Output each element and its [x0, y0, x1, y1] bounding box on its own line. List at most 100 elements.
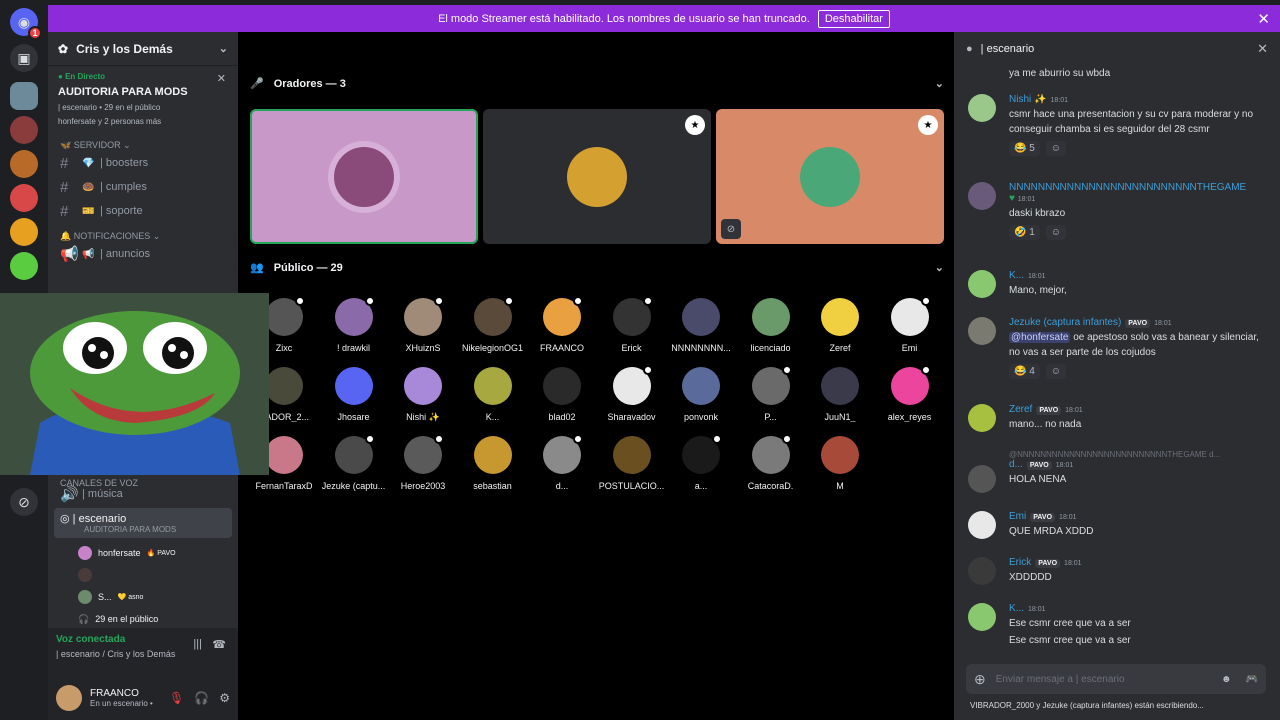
stage-member[interactable]	[48, 564, 238, 586]
add-reaction-icon[interactable]: ☺	[1045, 364, 1067, 379]
audience-member[interactable]: a...	[667, 434, 735, 491]
channel-musica[interactable]: 🔊 | música	[48, 482, 238, 506]
message-input[interactable]: ⊕ Enviar mensaje a | escenario ☻ 🎮	[966, 664, 1266, 694]
audience-member[interactable]: FRAANCO	[528, 296, 596, 353]
chat-message[interactable]: Emi PAVO 18:01 QUE MRDA XDDD	[968, 511, 1268, 539]
chevron-down-icon[interactable]: ⌄	[935, 77, 944, 90]
chat-message[interactable]: NNNNNNNNNNNNNNNNNNNNNNNNNNTHEGAME ♥ 18:0…	[968, 182, 1268, 240]
avatar[interactable]	[968, 404, 996, 432]
audience-member[interactable]: alex_reyes	[876, 365, 944, 422]
server-icon[interactable]	[10, 116, 38, 144]
chat-message[interactable]: Nishi ✨ 18:01 csmr hace una presentacion …	[968, 94, 1268, 156]
audience-member[interactable]: M	[806, 436, 874, 491]
stage-member[interactable]: S... 💛 asno	[48, 586, 238, 608]
chat-message[interactable]: K... 18:01 Mano, mejor,	[968, 270, 1268, 298]
audience-member[interactable]: Emi	[876, 296, 944, 353]
headphones-icon[interactable]: 🎧	[194, 691, 209, 705]
avatar[interactable]	[968, 317, 996, 345]
avatar[interactable]	[968, 511, 996, 539]
audience-member[interactable]: licenciado	[737, 298, 805, 353]
avatar[interactable]	[968, 603, 996, 631]
reply-reference[interactable]: @NNNNNNNNNNNNNNNNNNNNNNNNNNTHEGAME d...	[1009, 450, 1268, 459]
plus-icon[interactable]: ⊕	[974, 671, 986, 688]
server-icon[interactable]	[10, 150, 38, 178]
reaction-chip[interactable]: 🤣 1	[1009, 225, 1040, 240]
chat-message[interactable]: ya me aburrio su wbda	[968, 64, 1268, 81]
avatar[interactable]	[56, 685, 82, 711]
audience-header[interactable]: 👥 Público — 29 ⌄	[250, 261, 944, 275]
speakers-header[interactable]: 🎤 Oradores — 3 ⌄	[250, 77, 944, 91]
audience-member[interactable]: XHuiznS	[389, 296, 457, 353]
channel-soporte[interactable]: # 🎫 | soporte	[48, 199, 238, 223]
audience-member[interactable]: POSTULACIO...	[598, 436, 666, 491]
close-icon[interactable]: ✕	[217, 72, 226, 85]
server-icon[interactable]	[10, 252, 38, 280]
disconnect-icon[interactable]: ☎	[212, 638, 226, 651]
audience-member[interactable]: Nishi ✨	[389, 367, 457, 423]
avatar[interactable]	[968, 557, 996, 585]
avatar[interactable]	[968, 94, 996, 122]
gear-icon[interactable]: ⚙	[219, 691, 230, 705]
audience-member[interactable]: sebastian	[459, 436, 527, 491]
server-header[interactable]: ✿ Cris y los Demás ⌄	[48, 32, 238, 66]
close-icon[interactable]: ✕	[1257, 10, 1270, 28]
audience-member[interactable]: Sharavadov	[598, 365, 666, 422]
chevron-down-icon[interactable]: ⌄	[935, 261, 944, 274]
audience-member[interactable]: JuuN1_	[806, 367, 874, 422]
user-mention[interactable]: @honfersate	[1009, 332, 1071, 343]
audience-count-row[interactable]: 🎧 29 en el público	[48, 608, 238, 630]
audience-member[interactable]: ! drawkil	[320, 296, 388, 353]
audience-member[interactable]: CatacoraD.	[737, 434, 805, 491]
audience-member[interactable]: NikelegionOG1	[459, 296, 527, 353]
reaction-chip[interactable]: 😂 4	[1009, 364, 1040, 379]
audience-member[interactable]: NNNNNNNN...	[667, 298, 735, 353]
server-icon-active[interactable]	[10, 82, 38, 110]
discord-home-icon[interactable]: ◉ 1	[10, 8, 42, 40]
audience-member[interactable]: P...	[737, 365, 805, 422]
avatar[interactable]	[968, 182, 996, 210]
audience-member[interactable]: Jezuke (captu...	[320, 434, 388, 491]
channel-anuncios[interactable]: 📢 📢 | anuncios	[48, 242, 238, 266]
channel-escenario[interactable]: ◎ | escenario AUDITORIA PARA MODS	[54, 508, 232, 538]
reaction-chip[interactable]: 😂 5	[1009, 141, 1040, 156]
speaker-tile[interactable]: ★	[483, 109, 711, 244]
audience-member[interactable]: Zeref	[806, 298, 874, 353]
stage-member[interactable]: honfersate 🔥 PAVO	[48, 542, 238, 564]
server-icon[interactable]	[10, 218, 38, 246]
add-reaction-icon[interactable]: ☺	[1045, 141, 1067, 156]
inbox-icon[interactable]: ▣	[10, 44, 38, 72]
audience-member[interactable]: Erick	[598, 296, 666, 353]
chat-message[interactable]: Zeref PAVO 18:01 mano... no nada	[968, 404, 1268, 432]
audience-member[interactable]: Heroe2003	[389, 434, 457, 491]
mic-muted-icon[interactable]: 🎙	[169, 691, 184, 705]
pepe-overlay-image	[0, 293, 269, 475]
avatar[interactable]	[968, 270, 996, 298]
speaker-tile[interactable]	[250, 109, 478, 244]
chat-message[interactable]: @NNNNNNNNNNNNNNNNNNNNNNNNNNTHEGAME d... …	[968, 450, 1268, 493]
server-icon[interactable]	[10, 184, 38, 212]
live-stage-card[interactable]: ● En Directo AUDITORIA PARA MODS | escen…	[48, 66, 238, 132]
channel-boosters[interactable]: # 💎 | boosters	[48, 151, 238, 175]
audience-member[interactable]: blad02	[528, 367, 596, 422]
voice-location[interactable]: | escenario / Cris y los Demás	[56, 649, 230, 659]
chat-message[interactable]: K... 18:01 Ese csmr cree que va a ser Ese…	[968, 603, 1268, 648]
close-icon[interactable]: ✕	[1257, 41, 1268, 57]
audience-member[interactable]: Jhosare	[320, 367, 388, 422]
speaker-tile[interactable]: ★ ⊘	[716, 109, 944, 244]
disable-streamer-button[interactable]: Deshabilitar	[817, 9, 890, 28]
gamepad-icon[interactable]: 🎮	[1246, 674, 1258, 685]
audience-member[interactable]: d...	[528, 434, 596, 491]
audience-member[interactable]: K...	[459, 367, 527, 422]
chat-message[interactable]: Erick PAVO 18:01 XDDDDD	[968, 557, 1268, 585]
chat-message[interactable]: Jezuke (captura infantes) PAVO 18:01 @honf…	[968, 317, 1268, 379]
sticker-icon[interactable]: ☻	[1221, 674, 1232, 685]
add-reaction-icon[interactable]: ☺	[1045, 225, 1067, 240]
audience-member[interactable]: ponvonk	[667, 367, 735, 422]
avatar[interactable]	[968, 465, 996, 493]
category-notifications[interactable]: 🔔 NOTIFICACIONES ⌄	[48, 223, 238, 242]
channel-cumples[interactable]: # 🍩 | cumples	[48, 175, 238, 199]
audience-member-name: POSTULACIO...	[598, 481, 665, 491]
category-server[interactable]: 🦋 SERVIDOR ⌄	[48, 132, 238, 151]
soundboard-icon[interactable]: |||	[193, 638, 202, 650]
discover-icon[interactable]: ⊘	[10, 488, 38, 516]
